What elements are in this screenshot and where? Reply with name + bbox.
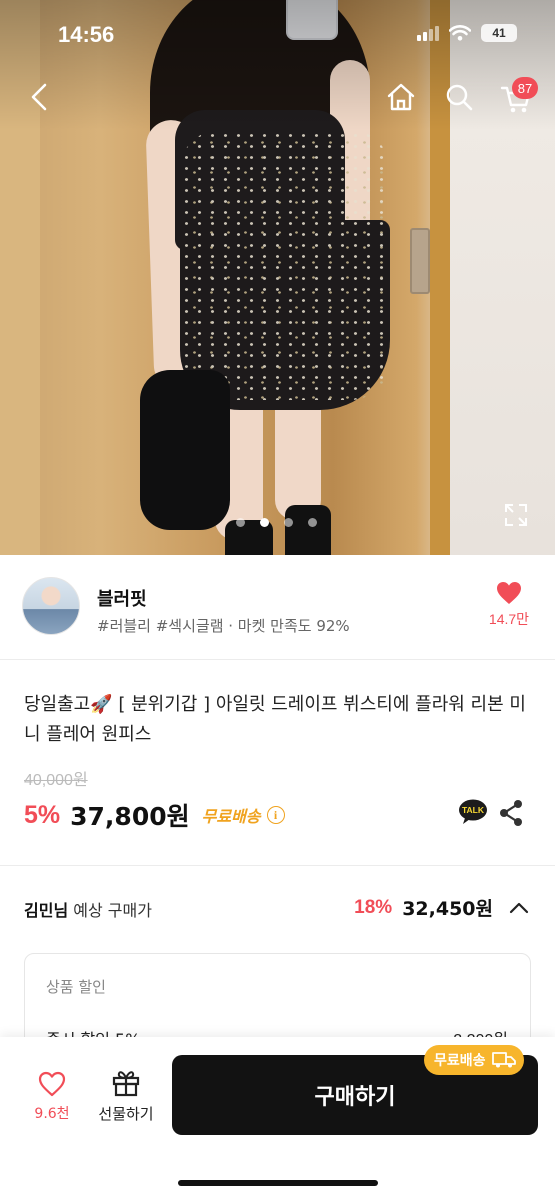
photo-floral-pattern: [180, 130, 390, 400]
shop-section[interactable]: 블러핏 #러블리 #섹시글램 · 마켓 만족도 92% 14.7만: [0, 555, 555, 660]
sale-price: 37,800원: [70, 802, 190, 831]
product-title: 당일출고🚀 [ 분위기갑 ] 아일릿 드레이프 뷔스티에 플라워 리본 미니 플…: [24, 694, 526, 745]
home-icon: [387, 83, 415, 111]
gift-icon: [112, 1071, 140, 1097]
info-icon[interactable]: i: [266, 806, 285, 824]
battery-icon: 41: [481, 24, 517, 42]
status-time: 14:56: [58, 22, 115, 47]
divider: [0, 865, 555, 866]
expand-icon: [505, 504, 527, 526]
shop-like-count: 14.7만: [488, 611, 530, 627]
wifi-icon: [449, 25, 471, 41]
bottom-action-bar: 9.6천 선물하기 구매하기 무료배송: [0, 1037, 555, 1200]
expected-price-label: 예상 구매가: [73, 901, 152, 920]
discount-rate: 5%: [24, 800, 61, 829]
home-indicator: [178, 1180, 378, 1186]
price-row: 5% 37,800원 무료배송 i: [24, 797, 285, 833]
fullscreen-button[interactable]: [503, 502, 529, 528]
cart-badge: 87: [512, 77, 538, 99]
search-button[interactable]: [442, 80, 476, 114]
divider: [0, 659, 555, 660]
share-button[interactable]: [498, 799, 524, 827]
wishlist-count: 9.6천: [34, 1106, 70, 1122]
original-price: 40,000원: [24, 772, 88, 789]
talk-icon: TALK: [459, 799, 487, 824]
discount-heading: 상품 할인: [46, 978, 106, 996]
pager-dot[interactable]: [236, 518, 245, 527]
kakao-talk-share-button[interactable]: TALK: [458, 799, 488, 825]
shop-name[interactable]: 블러핏: [97, 585, 147, 611]
photo-jacket: [140, 370, 230, 530]
free-shipping-label: 무료배송: [201, 807, 261, 826]
talk-icon-label: TALK: [462, 805, 485, 815]
member-price: 32,450원: [402, 898, 493, 920]
gift-label: 선물하기: [98, 1105, 154, 1123]
image-pager: [236, 518, 317, 527]
free-shipping-badge-label: 무료배송: [434, 1053, 486, 1069]
share-icon: [500, 800, 522, 826]
truck-icon: [491, 1052, 516, 1068]
pager-dot[interactable]: [308, 518, 317, 527]
shop-avatar[interactable]: [22, 577, 80, 635]
member-price-label: 김민님 예상 구매가: [24, 897, 152, 921]
free-shipping-badge: 무료배송: [424, 1045, 524, 1075]
shop-meta: #러블리 #섹시글램 · 마켓 만족도 92%: [97, 617, 350, 635]
status-icons: 41: [417, 24, 517, 42]
photo-model-boot: [285, 505, 331, 555]
chevron-up-icon: [509, 902, 529, 913]
wishlist-button[interactable]: 9.6천: [26, 1071, 78, 1131]
chevron-left-icon: [31, 83, 47, 111]
member-discount-rate: 18%: [354, 896, 393, 918]
member-price-toggle[interactable]: 18% 32,450원: [354, 894, 531, 921]
back-button[interactable]: [22, 80, 56, 114]
photo-door-handle: [410, 228, 430, 294]
user-name: 김민님: [24, 901, 69, 920]
heart-filled-icon: [497, 582, 521, 604]
shop-like-button[interactable]: 14.7만: [488, 581, 530, 631]
heart-outline-icon: [38, 1071, 66, 1097]
pager-dot-active[interactable]: [260, 518, 269, 527]
search-icon: [446, 84, 473, 111]
gift-button[interactable]: 선물하기: [92, 1069, 160, 1131]
pager-dot[interactable]: [284, 518, 293, 527]
signal-icon: [417, 25, 439, 41]
home-button[interactable]: [384, 80, 418, 114]
